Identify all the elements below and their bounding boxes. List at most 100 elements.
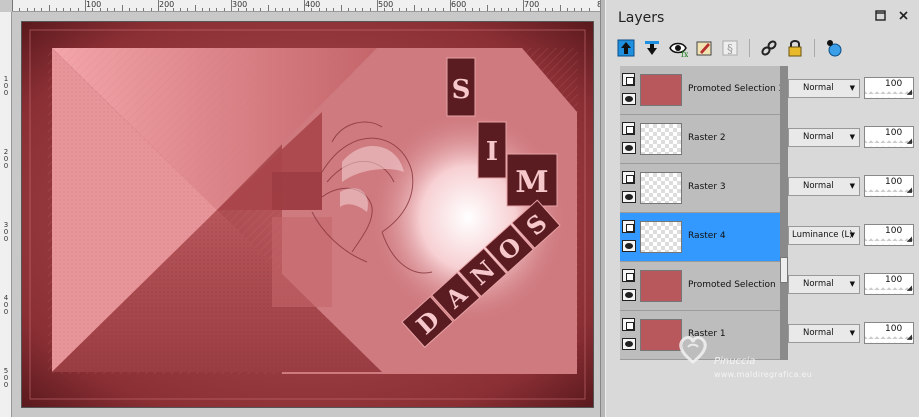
layer-properties-row: Normal ▼ 100 ◢ — [788, 66, 919, 115]
layer-name: Raster 2 — [688, 133, 726, 143]
layer-name: Raster 4 — [688, 231, 726, 241]
new-adjustment-layer-icon[interactable] — [694, 38, 714, 58]
blend-mode-select[interactable]: Normal ▼ — [788, 128, 860, 147]
ruler-tick — [41, 8, 43, 11]
ruler-label: 200 — [3, 148, 9, 170]
eye-icon[interactable] — [622, 93, 636, 105]
eye-icon[interactable] — [622, 142, 636, 154]
blend-mode-select[interactable]: Luminance (L) ▼ — [788, 226, 860, 245]
blend-mode-label: Normal — [803, 132, 834, 142]
blend-mode-select[interactable]: Normal ▼ — [788, 275, 860, 294]
opacity-field[interactable]: 100 ◢ — [864, 126, 914, 148]
toolbar-separator — [749, 39, 750, 57]
layer-style-icon[interactable]: § — [720, 38, 740, 58]
ruler-tick — [501, 8, 503, 11]
image-canvas[interactable]: S I M D A N O S — [22, 22, 593, 407]
opacity-field[interactable]: 100 ◢ — [864, 224, 914, 246]
layer-row[interactable]: Raster 3 — [620, 164, 780, 213]
layer-link-icon[interactable] — [622, 171, 635, 184]
new-mask-layer-icon[interactable]: fx — [668, 38, 688, 58]
ruler-tick — [274, 8, 276, 11]
ruler-tick — [428, 8, 430, 11]
svg-text:§: § — [727, 42, 733, 56]
link-icon[interactable] — [759, 38, 779, 58]
ruler-tick — [260, 8, 262, 11]
layer-properties-row: Normal ▼ 100 ◢ — [788, 115, 919, 164]
layer-link-icon[interactable] — [622, 318, 635, 331]
chevron-down-icon: ▼ — [849, 280, 855, 288]
ruler-tick — [442, 8, 444, 11]
ruler-tick — [398, 8, 400, 11]
ruler-tick — [355, 8, 357, 11]
layer-row-selected[interactable]: Raster 4 — [620, 213, 780, 262]
new-vector-layer-icon[interactable] — [642, 38, 662, 58]
eye-icon[interactable] — [622, 240, 636, 252]
layer-thumbnail — [640, 74, 682, 106]
new-raster-layer-icon[interactable] — [616, 38, 636, 58]
layer-link-icon[interactable] — [622, 220, 635, 233]
layers-toolbar: fx § — [616, 36, 844, 60]
ruler-tick — [267, 5, 269, 11]
layer-link-icon[interactable] — [622, 269, 635, 282]
eye-icon[interactable] — [622, 191, 636, 203]
ruler-tick — [128, 8, 130, 11]
ruler-tick — [581, 8, 583, 11]
ruler-tick — [325, 8, 327, 11]
resize-grip-icon: ◢ — [906, 137, 912, 145]
layer-row[interactable]: Raster 2 — [620, 115, 780, 164]
visibility-icon[interactable] — [824, 38, 844, 58]
restore-icon[interactable] — [875, 10, 886, 24]
opacity-field[interactable]: 100 ◢ — [864, 322, 914, 344]
ruler-tick — [70, 8, 72, 11]
scrollbar-thumb[interactable] — [780, 257, 788, 283]
ruler-tick — [63, 8, 65, 11]
ruler-left[interactable]: 100 200 300 400 500 — [0, 12, 12, 417]
heart-icon — [679, 336, 707, 364]
ruler-tick — [121, 5, 123, 11]
ruler-tick — [77, 8, 79, 11]
ruler-tick — [471, 8, 473, 11]
opacity-field[interactable]: 100 ◢ — [864, 273, 914, 295]
ruler-tick — [201, 8, 203, 11]
layer-properties-row: Normal ▼ 100 ◢ — [788, 262, 919, 311]
ruler-tick — [479, 8, 481, 11]
layer-thumbnail — [640, 270, 682, 302]
ruler-tick — [296, 8, 298, 11]
layer-link-icon[interactable] — [622, 73, 635, 86]
ruler-tick — [333, 8, 335, 11]
opacity-field[interactable]: 100 ◢ — [864, 175, 914, 197]
ruler-tick — [216, 8, 218, 11]
ruler-tick — [552, 8, 554, 11]
ruler-label: 500 — [3, 367, 9, 389]
layer-row[interactable]: Promoted Selection 3 — [620, 66, 784, 115]
tile-letter: M — [515, 165, 548, 200]
blend-mode-label: Normal — [803, 83, 834, 93]
eye-icon[interactable] — [622, 338, 636, 350]
ruler-tick — [347, 8, 349, 11]
ruler-tick — [12, 0, 13, 11]
artwork: S I M D A N O S — [22, 22, 593, 407]
layer-row[interactable]: Promoted Selection — [620, 262, 780, 311]
ruler-tick — [209, 8, 211, 11]
layer-link-icon[interactable] — [622, 122, 635, 135]
layer-properties-row: Luminance (L) ▼ 100 ◢ — [788, 213, 919, 262]
ruler-tick — [143, 8, 145, 11]
blend-mode-select[interactable]: Normal ▼ — [788, 79, 860, 98]
app-window: 100200300400500600700800900 100200300400… — [0, 0, 919, 417]
ruler-label: 400 — [3, 294, 9, 316]
toolbar-separator — [814, 39, 815, 57]
lock-icon[interactable] — [785, 38, 805, 58]
close-icon[interactable] — [898, 10, 909, 24]
layer-name: Promoted Selection 3 — [688, 84, 785, 94]
blend-mode-select[interactable]: Normal ▼ — [788, 177, 860, 196]
chevron-down-icon: ▼ — [849, 84, 855, 92]
ruler-label: 200 — [159, 0, 175, 9]
layer-name: Raster 3 — [688, 182, 726, 192]
layer-list-scrollbar[interactable] — [780, 66, 788, 360]
eye-icon[interactable] — [622, 289, 636, 301]
resize-grip-icon: ◢ — [906, 88, 912, 96]
ruler-top[interactable]: 100200300400500600700800900 — [12, 0, 600, 12]
ruler-label: 100 — [3, 75, 9, 97]
opacity-field[interactable]: 100 ◢ — [864, 77, 914, 99]
ruler-tick — [413, 5, 415, 11]
